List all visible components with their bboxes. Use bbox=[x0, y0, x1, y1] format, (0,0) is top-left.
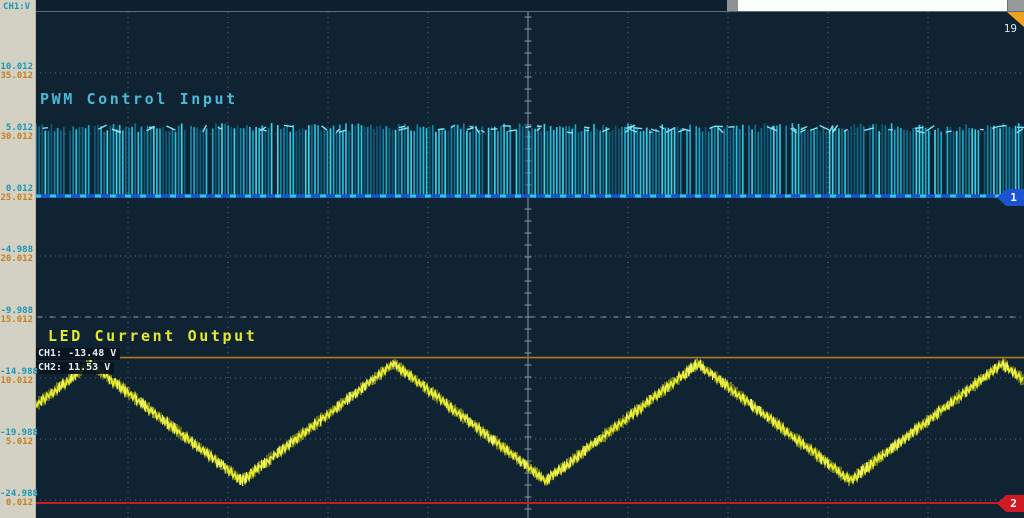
top-scrollbar bbox=[35, 0, 1024, 12]
ch2-waveform-title: LED Current Output bbox=[48, 327, 258, 345]
ch2-measurement-readout: CH2: 11.53 V bbox=[36, 362, 115, 374]
ch1-position-marker[interactable]: 1 bbox=[997, 189, 1024, 206]
scrollbar-button[interactable] bbox=[1007, 0, 1024, 11]
oscilloscope-window: CH1:V 10.012 35.012 5.012 30.012 0.012 25.012… bbox=[0, 0, 1024, 518]
plot-area[interactable]: PWM Control Input LED Current Output CH1… bbox=[35, 12, 1024, 518]
axis-tick-pair: -4.988 20.012 bbox=[0, 245, 33, 264]
ch2-position-marker[interactable]: 2 bbox=[997, 495, 1024, 512]
axis-tick-pair: -9.988 15.012 bbox=[0, 306, 33, 325]
waveform-canvas bbox=[35, 12, 1024, 518]
ch1-waveform-title: PWM Control Input bbox=[40, 90, 238, 108]
trigger-corner-label: 19 bbox=[1003, 22, 1017, 35]
axis-tick-pair: 0.012 25.012 bbox=[0, 184, 33, 203]
scale-sidebar: CH1:V 10.012 35.012 5.012 30.012 0.012 25.012… bbox=[0, 0, 38, 518]
scrollbar-thumb[interactable] bbox=[727, 0, 738, 11]
axis-tick-pair: 10.012 35.012 bbox=[0, 62, 33, 81]
scrollbar-track[interactable] bbox=[738, 0, 1007, 11]
axis-tick-pair: -24.988 0.012 bbox=[0, 489, 38, 508]
axis-tick-pair: -19.988 5.012 bbox=[0, 428, 38, 447]
axis-tick-pair: 5.012 30.012 bbox=[0, 123, 33, 142]
axis-tick-pair: -14.988 10.012 bbox=[0, 367, 38, 386]
channel-indicator: CH1:V bbox=[3, 2, 31, 12]
ch1-measurement-readout: CH1: -13.48 V bbox=[36, 348, 121, 360]
